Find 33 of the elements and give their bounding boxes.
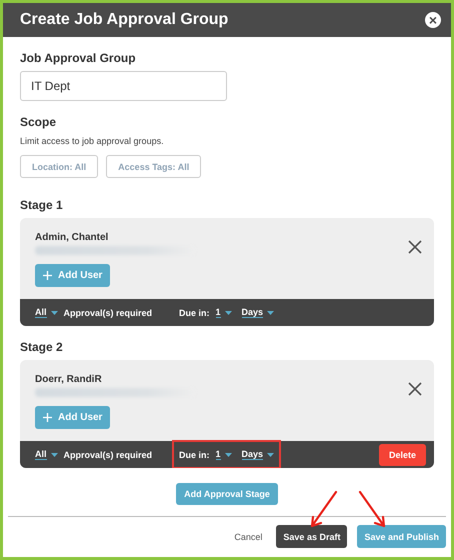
approvals-label: Approval(s) required (64, 450, 152, 460)
approvals-label: Approval(s) required (64, 308, 152, 318)
plus-icon (43, 413, 52, 422)
field-label: Job Approval Group (20, 51, 137, 65)
delete-button[interactable]: Delete (378, 444, 426, 466)
user-name: Admin, Chantel (35, 232, 110, 243)
draft-button[interactable]: Save as Draft (276, 525, 348, 548)
stage-heading: Stage 1 (20, 198, 64, 212)
caret-icon (267, 452, 274, 456)
caret-icon (50, 310, 58, 314)
hint-text: Limit access to job approval groups. (20, 136, 165, 146)
plus-icon (43, 271, 52, 280)
approvals-dropdown[interactable]: All (35, 449, 58, 460)
close-icon[interactable] (408, 240, 422, 254)
caret-icon (224, 452, 232, 456)
input-field[interactable]: IT Dept (20, 71, 227, 101)
section-heading: Scope (20, 115, 58, 129)
close-icon[interactable] (408, 382, 422, 396)
due-label: Due in: (179, 450, 210, 460)
caret-icon (267, 310, 274, 314)
user-name: Doerr, RandiR (35, 374, 103, 385)
caret-icon (224, 310, 232, 314)
cancel-link[interactable]: Cancel (230, 525, 266, 548)
caret-icon (50, 452, 58, 456)
due-unit-dropdown[interactable]: Days (242, 449, 274, 460)
due-value-dropdown[interactable]: 1 (216, 307, 232, 318)
close-button[interactable]: × (425, 12, 441, 28)
approvals-dropdown[interactable]: All (35, 307, 58, 318)
stage-heading: Stage 2 (20, 340, 64, 354)
due-label: Due in: (179, 308, 210, 318)
due-unit-dropdown[interactable]: Days (242, 307, 274, 318)
due-value-dropdown[interactable]: 1 (216, 449, 232, 460)
dialog-title: Create Job Approval Group (20, 11, 228, 29)
